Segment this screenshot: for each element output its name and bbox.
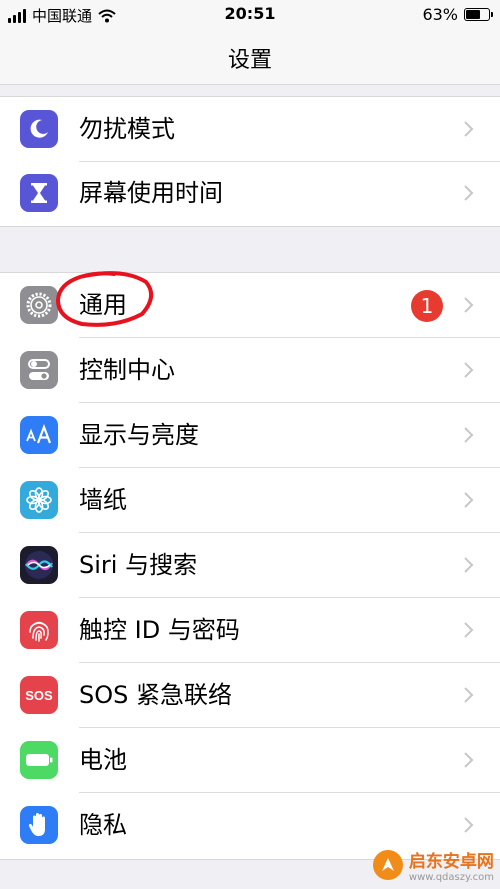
settings-row-wallpaper[interactable]: 墙纸 (0, 468, 500, 533)
moon-icon (20, 110, 58, 148)
fingerprint-icon (20, 611, 58, 649)
chevron-right-icon (464, 687, 474, 703)
settings-group-general: 通用 1 控制中心 显示与亮度 墙纸 Siri 与搜索 触控 ID 与密码 SO… (0, 272, 500, 860)
watermark: 启东安卓网 www.qdaszy.com (372, 847, 494, 883)
chevron-right-icon (464, 492, 474, 508)
status-bar: 中国联通 20:51 63% (0, 0, 500, 30)
row-label: 控制中心 (79, 356, 175, 384)
settings-row-touch-id-passcode[interactable]: 触控 ID 与密码 (0, 598, 500, 663)
hand-icon (20, 806, 58, 844)
watermark-url: www.qdaszy.com (408, 872, 494, 883)
row-label: 触控 ID 与密码 (79, 616, 240, 644)
settings-row-siri-search[interactable]: Siri 与搜索 (0, 533, 500, 598)
row-label: 电池 (79, 746, 127, 774)
chevron-right-icon (464, 362, 474, 378)
chevron-right-icon (464, 622, 474, 638)
row-label: 勿扰模式 (79, 115, 175, 143)
settings-row-do-not-disturb[interactable]: 勿扰模式 (0, 97, 500, 162)
settings-group-focus: 勿扰模式 屏幕使用时间 (0, 96, 500, 227)
settings-row-screen-time[interactable]: 屏幕使用时间 (0, 161, 500, 226)
row-label: SOS 紧急联络 (79, 681, 232, 709)
row-label: 通用 (79, 291, 127, 319)
chevron-right-icon (464, 427, 474, 443)
text-size-icon (20, 416, 58, 454)
settings-row-emergency-sos[interactable]: SOS SOS 紧急联络 (0, 663, 500, 728)
settings-row-general[interactable]: 通用 1 (0, 273, 500, 338)
status-right: 63% (422, 5, 493, 24)
chevron-right-icon (464, 121, 474, 137)
chevron-right-icon (464, 185, 474, 201)
settings-row-display-brightness[interactable]: 显示与亮度 (0, 403, 500, 468)
gear-icon (20, 286, 58, 324)
row-label: Siri 与搜索 (79, 551, 198, 579)
settings-row-battery[interactable]: 电池 (0, 728, 500, 793)
watermark-title: 启东安卓网 (408, 852, 494, 872)
chevron-right-icon (464, 297, 474, 313)
notification-badge: 1 (411, 290, 443, 322)
row-label: 屏幕使用时间 (79, 179, 223, 207)
row-label: 墙纸 (79, 486, 127, 514)
sos-icon-text: SOS (25, 687, 53, 703)
chevron-right-icon (464, 752, 474, 768)
row-label: 显示与亮度 (79, 421, 199, 449)
battery-percent: 63% (422, 5, 458, 24)
chevron-right-icon (464, 817, 474, 833)
chevron-right-icon (464, 557, 474, 573)
siri-icon (20, 546, 58, 584)
navigation-bar: 设置 (0, 30, 500, 85)
watermark-logo-icon (372, 850, 403, 880)
battery-indicator-icon (464, 8, 493, 21)
page-title: 设置 (227, 48, 272, 73)
sos-icon: SOS (20, 676, 58, 714)
battery-icon (20, 741, 58, 779)
hourglass-icon (20, 174, 58, 212)
flower-icon (20, 481, 58, 519)
row-label: 隐私 (79, 811, 127, 839)
settings-row-control-center[interactable]: 控制中心 (0, 338, 500, 403)
toggles-icon (20, 351, 58, 389)
